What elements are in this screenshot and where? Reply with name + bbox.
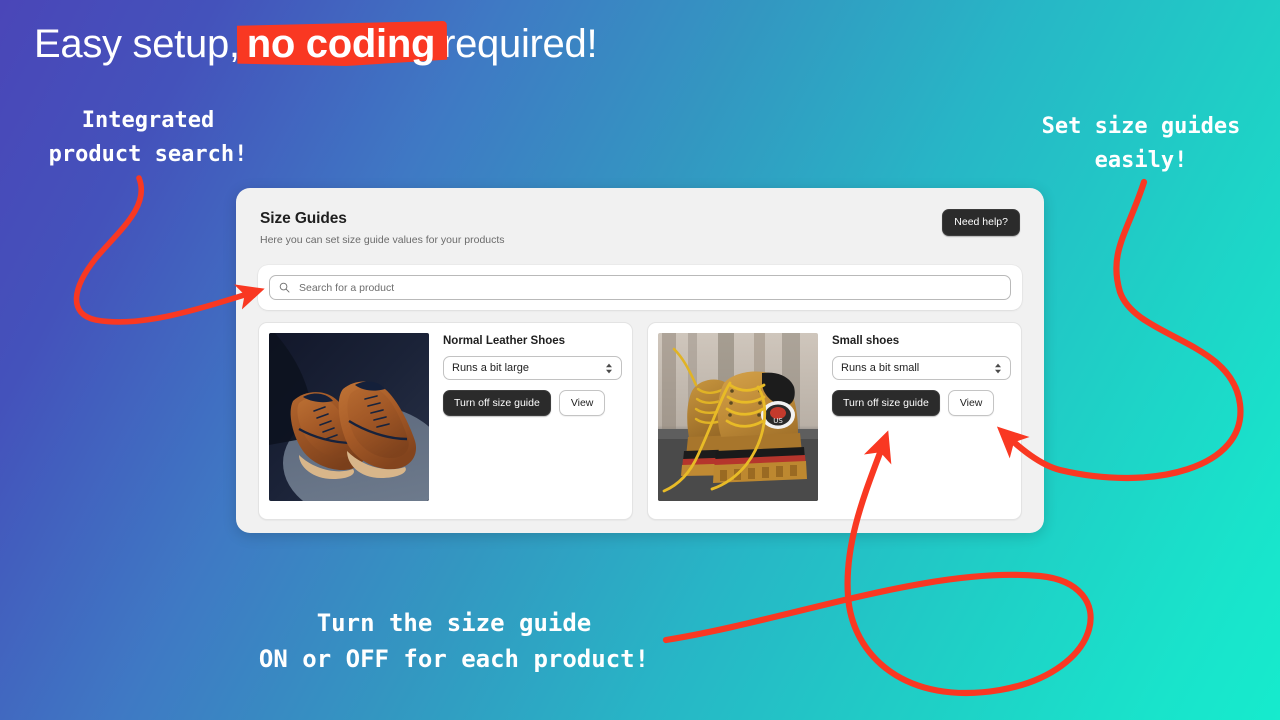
search-panel: Search for a product: [258, 265, 1022, 310]
chevron-updown-icon: [994, 363, 1002, 374]
chevron-updown-icon: [605, 363, 613, 374]
product-info: Small shoes Runs a bit small Turn off si…: [832, 333, 1011, 509]
view-button[interactable]: View: [947, 390, 995, 416]
product-card: Normal Leather Shoes Runs a bit large Tu…: [258, 322, 633, 520]
size-guides-app-window: Size Guides Here you can set size guide …: [236, 188, 1044, 533]
product-name: Normal Leather Shoes: [443, 335, 566, 347]
need-help-button[interactable]: Need help?: [942, 209, 1020, 236]
callout-toggle-line2: ON or OFF for each product!: [258, 645, 650, 673]
fit-select-value: Runs a bit large: [452, 362, 530, 374]
callout-size-guides: Set size guides easily!: [1006, 110, 1276, 178]
callout-sizes-line1: Set size guides: [1041, 114, 1241, 139]
arrow-to-search: [73, 175, 265, 325]
product-image-leather-shoes: [269, 333, 429, 501]
callout-search-line2: product search!: [48, 142, 248, 167]
toggle-size-guide-button[interactable]: Turn off size guide: [832, 390, 940, 416]
callout-search-line1: Integrated: [81, 108, 215, 133]
product-card: US Small shoes Runs a bit small Turn off…: [647, 322, 1022, 520]
headline-post: required!: [442, 22, 598, 66]
product-actions: Turn off size guide View: [832, 390, 1011, 416]
search-input-placeholder[interactable]: Search for a product: [299, 282, 394, 294]
search-icon: [279, 282, 290, 293]
callout-search: Integrated product search!: [28, 104, 268, 172]
product-search-box[interactable]: Search for a product: [269, 275, 1011, 300]
product-card-list: Normal Leather Shoes Runs a bit large Tu…: [258, 322, 1022, 520]
callout-sizes-line2: easily!: [1094, 148, 1188, 173]
product-image-small-boots: US: [658, 333, 818, 501]
callout-toggle-line1: Turn the size guide: [316, 609, 592, 637]
headline-pre: Easy setup,: [34, 22, 240, 66]
page-title: Size Guides: [260, 210, 347, 227]
fit-select-value: Runs a bit small: [841, 362, 920, 374]
app-header: Size Guides Here you can set size guide …: [236, 188, 1044, 246]
toggle-size-guide-button[interactable]: Turn off size guide: [443, 390, 551, 416]
fit-select[interactable]: Runs a bit small: [832, 356, 1011, 380]
page-subtitle: Here you can set size guide values for y…: [260, 234, 505, 246]
fit-select[interactable]: Runs a bit large: [443, 356, 622, 380]
product-name: Small shoes: [832, 335, 900, 347]
product-actions: Turn off size guide View: [443, 390, 622, 416]
headline-highlight: no coding: [240, 20, 442, 68]
callout-toggle: Turn the size guide ON or OFF for each p…: [228, 605, 680, 677]
view-button[interactable]: View: [558, 390, 606, 416]
svg-text:US: US: [773, 417, 783, 425]
product-info: Normal Leather Shoes Runs a bit large Tu…: [443, 333, 622, 509]
promo-headline: Easy setup, no coding required!: [34, 20, 598, 68]
